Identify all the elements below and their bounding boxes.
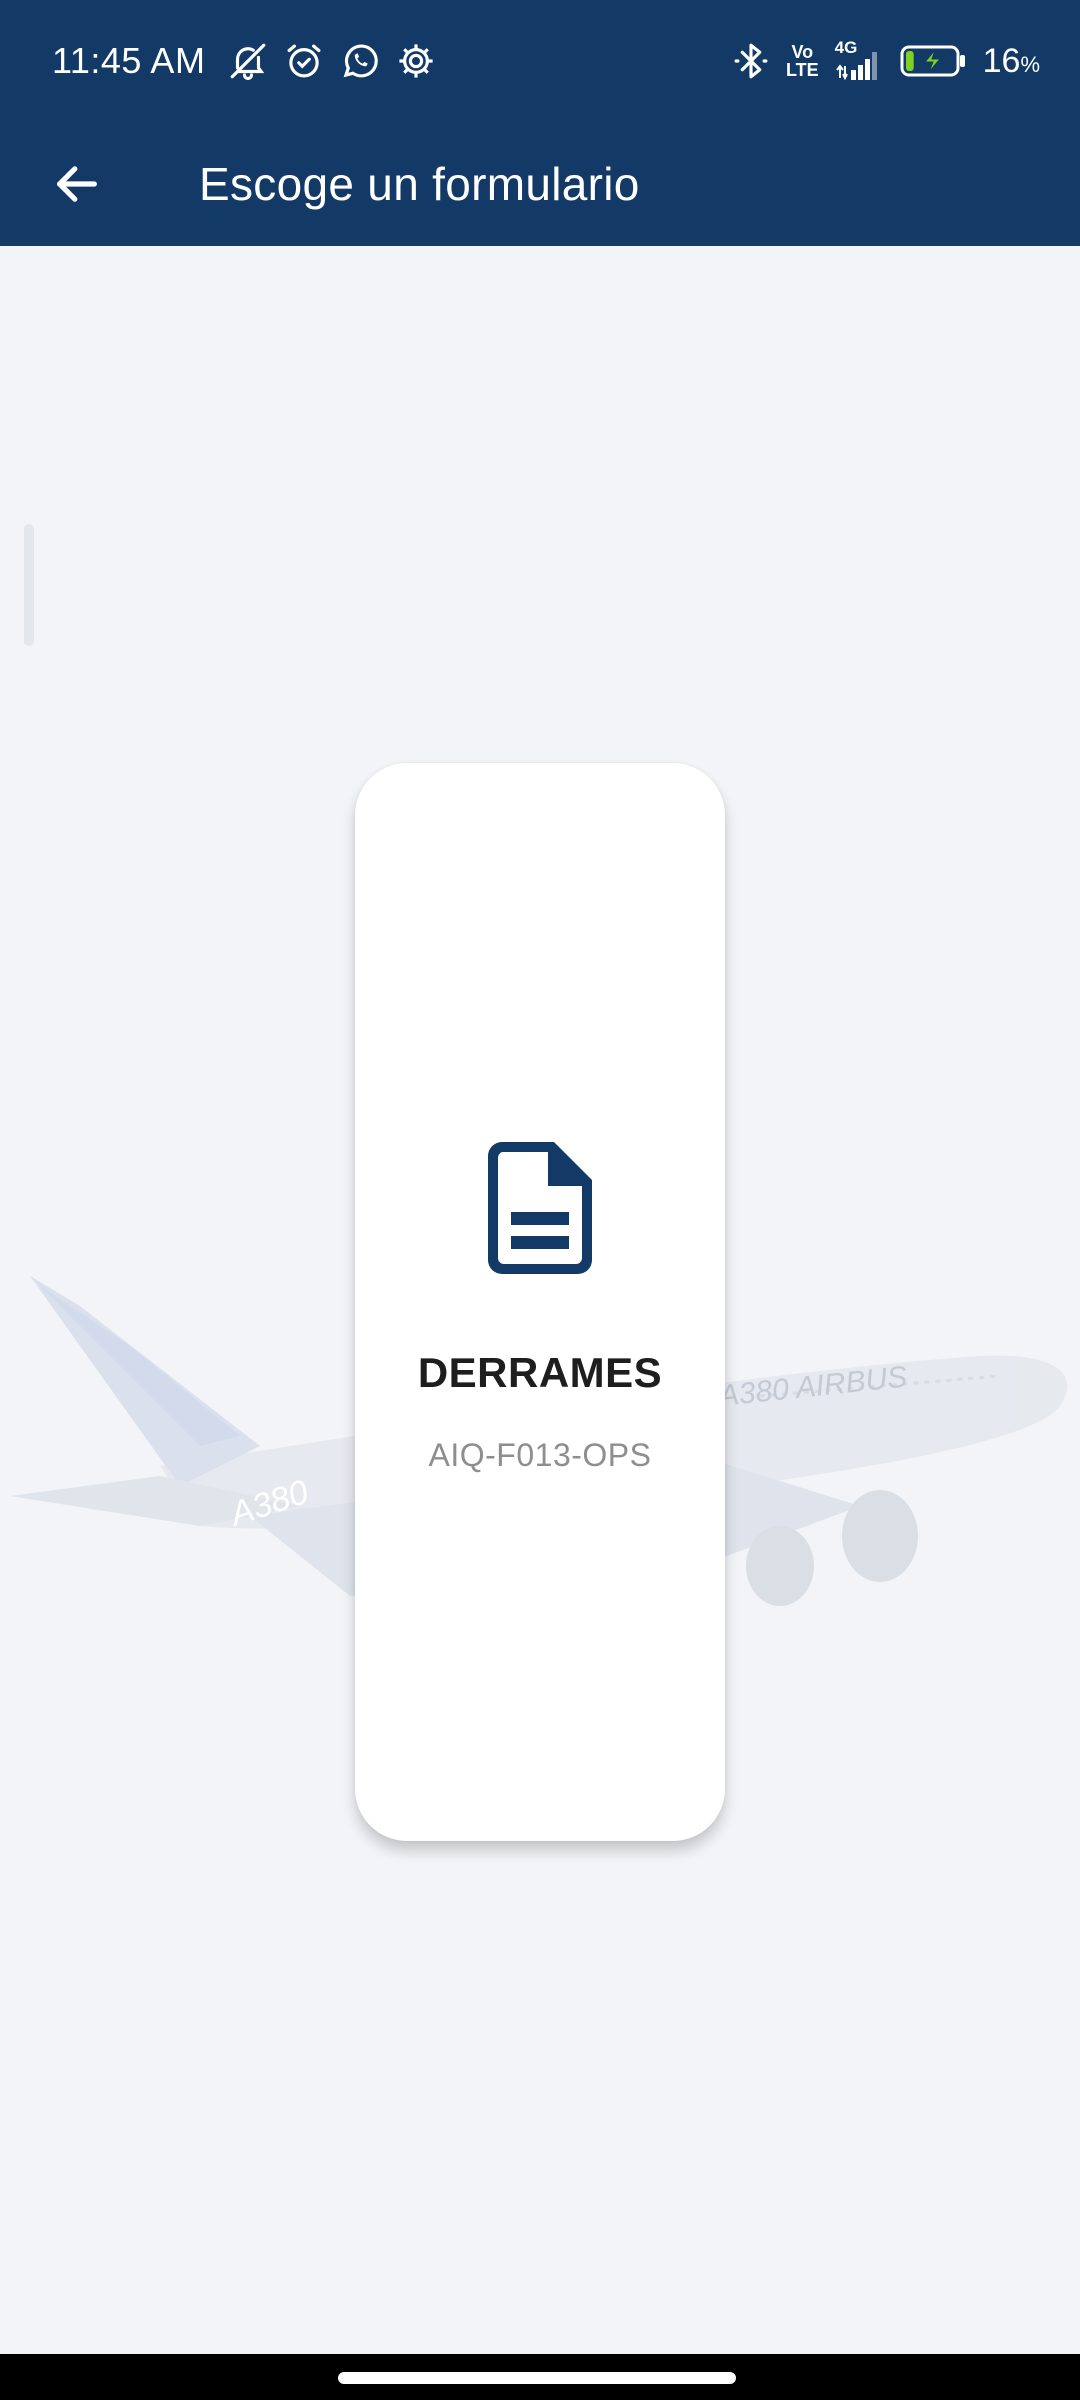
home-gesture-handle[interactable] bbox=[338, 2372, 736, 2384]
form-card[interactable]: DERRAMES AIQ-F013-OPS bbox=[355, 763, 725, 1841]
app-bar: Escoge un formulario bbox=[0, 122, 1080, 246]
volte-top-label: Vo bbox=[791, 42, 814, 62]
status-bar: 11:45 AM Vo LTE 4G 16% bbox=[0, 0, 1080, 122]
system-navigation-bar bbox=[0, 2354, 1080, 2400]
status-bar-left: 11:45 AM bbox=[52, 40, 437, 82]
status-bar-right: Vo LTE 4G 16% bbox=[730, 38, 1040, 82]
signal-4g-icon: 4G bbox=[833, 38, 885, 82]
battery-percent-unit: % bbox=[1020, 51, 1040, 77]
scroll-indicator bbox=[24, 524, 34, 646]
page-title: Escoge un formulario bbox=[199, 158, 640, 210]
muted-notifications-icon bbox=[231, 43, 266, 81]
form-name: DERRAMES bbox=[417, 1349, 663, 1396]
settings-gear-icon bbox=[399, 44, 434, 78]
status-time: 11:45 AM bbox=[52, 40, 206, 81]
signal-bars-icon bbox=[835, 52, 877, 81]
battery-percent-value: 16 bbox=[982, 41, 1021, 80]
document-icon bbox=[488, 1142, 592, 1274]
bluetooth-icon bbox=[734, 43, 768, 79]
back-button[interactable] bbox=[27, 134, 127, 234]
form-code: AIQ-F013-OPS bbox=[428, 1437, 652, 1473]
battery-charging-icon bbox=[900, 45, 965, 77]
volte-icon: Vo LTE bbox=[786, 43, 819, 79]
battery-percent: 16% bbox=[983, 42, 1040, 81]
volte-bottom-label: LTE bbox=[785, 60, 819, 80]
arrow-back-icon bbox=[57, 166, 97, 202]
alarm-icon bbox=[287, 44, 321, 78]
form-list-area[interactable]: A380 A380 AIRBUS DERRAMES AIQ-F013-OPS bbox=[0, 246, 1080, 2354]
whatsapp-icon bbox=[344, 44, 379, 78]
